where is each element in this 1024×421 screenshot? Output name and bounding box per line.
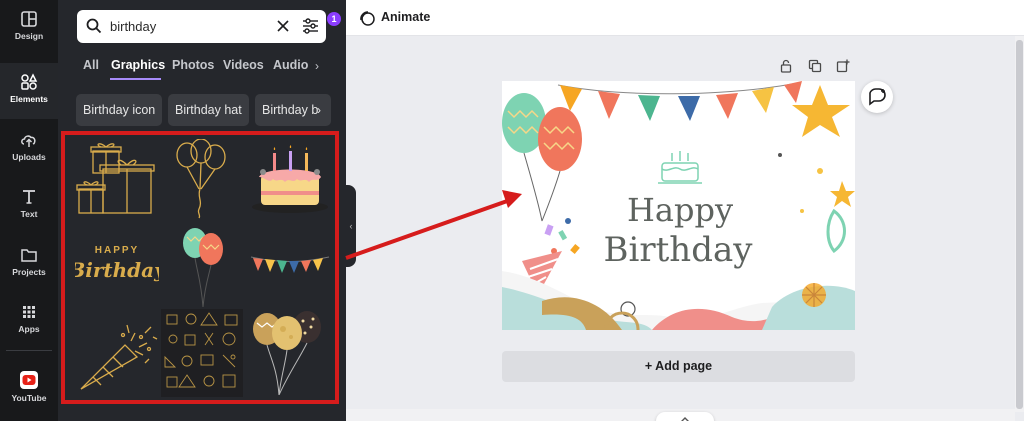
magic-comment-button[interactable] <box>861 81 893 113</box>
animate-button[interactable]: Animate <box>381 10 430 24</box>
tab-videos[interactable]: Videos <box>223 58 264 72</box>
rail-item-apps[interactable]: Apps <box>0 293 58 349</box>
elements-panel: birthday 1 All Graphics Photos Videos Au… <box>58 0 346 421</box>
graphics-results-grid: HAPPY Birthday <box>61 131 339 404</box>
vertical-scrollbar-thumb[interactable] <box>1016 40 1023 409</box>
graphic-text-happy: HAPPY <box>95 245 139 256</box>
search-input[interactable]: birthday 1 <box>77 10 341 43</box>
rail-label-youtube: YouTube <box>11 393 47 403</box>
rail-label-apps: Apps <box>18 324 40 334</box>
active-tab-indicator <box>110 78 161 80</box>
bunting-flags-graphic[interactable] <box>249 253 331 279</box>
add-page-button[interactable]: + Add page <box>502 351 855 382</box>
rail-item-design[interactable]: Design <box>0 0 58 56</box>
add-page-icon[interactable] <box>836 59 850 73</box>
show-pages-button[interactable] <box>656 412 714 421</box>
tab-photos[interactable]: Photos <box>172 58 214 72</box>
tab-audio[interactable]: Audio <box>273 58 308 72</box>
chip-birthday-hat[interactable]: Birthday hat <box>168 94 249 126</box>
chevron-right-icon[interactable]: › <box>317 103 321 117</box>
rail-label-uploads: Uploads <box>12 152 46 162</box>
rail-item-youtube[interactable]: YouTube <box>0 360 58 416</box>
lock-icon[interactable] <box>779 59 793 73</box>
rail-divider <box>6 350 52 351</box>
apps-icon <box>23 306 35 318</box>
folder-icon <box>21 249 37 262</box>
party-popper-graphic[interactable] <box>75 319 159 395</box>
rail-label-text: Text <box>20 209 38 219</box>
chevron-right-icon[interactable]: › <box>315 59 319 73</box>
filter-count-badge: 1 <box>327 12 341 26</box>
happy-birthday-text-graphic[interactable]: HAPPY Birthday <box>75 239 159 285</box>
duplicate-page-icon[interactable] <box>808 59 822 73</box>
animate-icon[interactable] <box>358 9 376 27</box>
birthday-card-artwork: Happy Birthday <box>502 81 855 330</box>
rail-item-uploads[interactable]: Uploads <box>0 121 58 177</box>
design-page[interactable]: Happy Birthday <box>502 81 855 330</box>
card-title-line1: Happy <box>627 191 733 229</box>
add-comment-icon <box>869 88 886 106</box>
rail-label-design: Design <box>14 31 44 41</box>
rail-label-projects: Projects <box>12 267 46 277</box>
rail-item-elements[interactable]: Elements <box>0 63 58 119</box>
chip-birthday-icon[interactable]: Birthday icon <box>76 94 162 126</box>
tab-graphics[interactable]: Graphics <box>111 58 165 72</box>
youtube-icon <box>20 371 38 389</box>
card-title-line2: Birthday <box>604 230 754 270</box>
color-balloons-graphic[interactable] <box>179 223 229 307</box>
design-icon <box>21 11 37 27</box>
search-value: birthday <box>110 19 157 34</box>
left-rail: Design Elements Uploads Text Projects Ap… <box>0 0 58 421</box>
birthday-cake-graphic[interactable] <box>249 145 331 217</box>
uploads-icon <box>21 135 36 147</box>
category-tabs: All Graphics Photos Videos Audio › <box>83 56 323 80</box>
close-icon[interactable] <box>274 17 292 35</box>
balloons-outline-graphic[interactable] <box>171 139 231 219</box>
party-pattern-graphic[interactable] <box>161 309 243 397</box>
elements-icon <box>21 73 38 90</box>
rail-label-elements: Elements <box>10 94 48 104</box>
search-icon <box>86 18 102 34</box>
collapse-panel-button[interactable]: ‹ <box>346 185 356 267</box>
gift-boxes-graphic[interactable] <box>75 141 159 219</box>
chevron-up-icon <box>681 417 689 421</box>
canva-editor: Design Elements Uploads Text Projects Ap… <box>0 0 1024 421</box>
gold-balloons-graphic[interactable] <box>249 309 331 395</box>
editor-topbar: Animate <box>346 0 1024 36</box>
rail-item-projects[interactable]: Projects <box>0 236 58 292</box>
rail-item-text[interactable]: Text <box>0 178 58 234</box>
graphic-text-birthday: Birthday <box>75 258 159 282</box>
filter-icon[interactable] <box>301 16 321 36</box>
text-icon <box>23 190 35 204</box>
tab-all[interactable]: All <box>83 58 99 72</box>
